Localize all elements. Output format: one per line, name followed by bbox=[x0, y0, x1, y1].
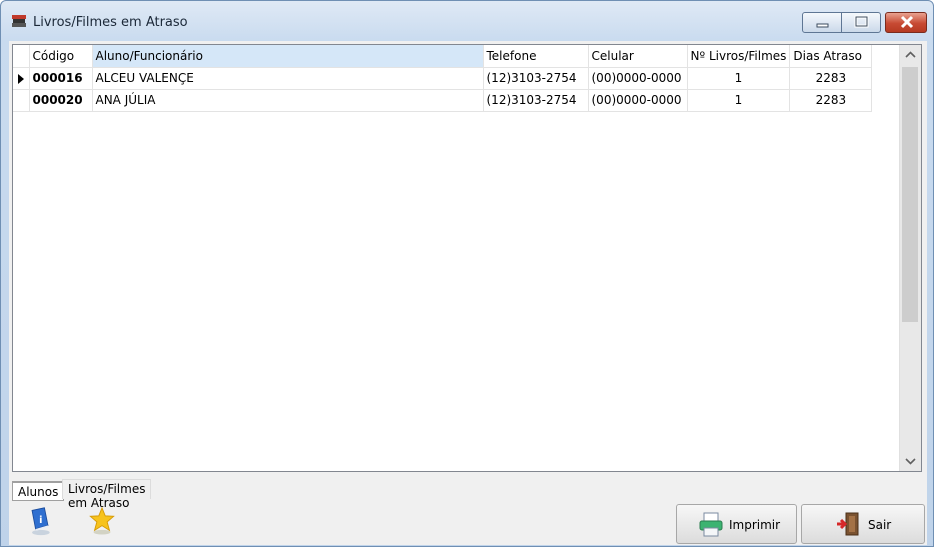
exit-button[interactable]: Sair bbox=[801, 504, 925, 544]
maximize-button[interactable] bbox=[841, 12, 881, 33]
column-header-dias[interactable]: Dias Atraso bbox=[789, 45, 873, 68]
svg-text:i: i bbox=[39, 515, 42, 526]
scroll-up-icon[interactable] bbox=[900, 45, 921, 65]
scrollbar-thumb[interactable] bbox=[902, 67, 918, 322]
star-icon[interactable] bbox=[88, 506, 116, 536]
print-button-label: Imprimir bbox=[729, 518, 781, 532]
scroll-down-icon[interactable] bbox=[900, 451, 921, 471]
overdue-table: Código Aluno/Funcionário Telefone Celula… bbox=[13, 45, 873, 112]
cell-dias[interactable]: 2283 bbox=[789, 67, 873, 90]
row-pointer-icon bbox=[13, 67, 30, 90]
exit-button-label: Sair bbox=[868, 518, 892, 532]
maximize-icon bbox=[854, 15, 869, 28]
column-header-codigo[interactable]: Código bbox=[29, 45, 93, 68]
window: Livros/Filmes em Atraso Código Aluno/Fun… bbox=[0, 0, 934, 547]
vertical-scrollbar[interactable] bbox=[899, 45, 921, 471]
table-row[interactable]: 000020 ANA JÚLIA (12)3103-2754 (00)0000-… bbox=[13, 89, 873, 112]
main-panel: Código Aluno/Funcionário Telefone Celula… bbox=[9, 41, 927, 545]
row-indicator bbox=[13, 89, 30, 112]
exit-door-icon bbox=[837, 512, 859, 536]
app-icon bbox=[12, 15, 26, 27]
print-button[interactable]: Imprimir bbox=[676, 504, 797, 544]
close-button[interactable] bbox=[885, 12, 927, 33]
cell-celular[interactable]: (00)0000-0000 bbox=[588, 67, 688, 90]
cell-telefone[interactable]: (12)3103-2754 bbox=[483, 67, 589, 90]
tab-livros-filmes-em-atraso[interactable]: Livros/Filmes em Atraso bbox=[62, 479, 152, 510]
minimize-button[interactable] bbox=[802, 12, 842, 33]
window-title: Livros/Filmes em Atraso bbox=[33, 15, 188, 30]
tab-alunos[interactable]: Alunos bbox=[12, 481, 65, 501]
cell-livros[interactable]: 1 bbox=[687, 89, 791, 112]
minimize-icon bbox=[816, 23, 829, 28]
overdue-grid[interactable]: Código Aluno/Funcionário Telefone Celula… bbox=[12, 44, 922, 472]
cell-codigo[interactable]: 000020 bbox=[29, 89, 93, 112]
table-row[interactable]: 000016 ALCEU VALENÇE (12)3103-2754 (00)0… bbox=[13, 67, 873, 90]
printer-icon bbox=[699, 512, 723, 537]
cell-nome[interactable]: ANA JÚLIA bbox=[92, 89, 484, 112]
column-header-livros[interactable]: Nº Livros/Filmes bbox=[687, 45, 791, 68]
table-header-row: Código Aluno/Funcionário Telefone Celula… bbox=[13, 45, 873, 68]
cell-livros[interactable]: 1 bbox=[687, 67, 791, 90]
cell-telefone[interactable]: (12)3103-2754 bbox=[483, 89, 589, 112]
help-book-icon[interactable]: i bbox=[26, 506, 54, 536]
cell-nome[interactable]: ALCEU VALENÇE bbox=[92, 67, 484, 90]
column-header-telefone[interactable]: Telefone bbox=[483, 45, 589, 68]
row-indicator-header bbox=[13, 45, 30, 68]
title-bar[interactable]: Livros/Filmes em Atraso bbox=[1, 1, 933, 41]
cell-codigo[interactable]: 000016 bbox=[29, 67, 93, 90]
close-icon bbox=[900, 15, 914, 29]
cell-dias[interactable]: 2283 bbox=[789, 89, 873, 112]
column-header-celular[interactable]: Celular bbox=[588, 45, 688, 68]
column-header-aluno[interactable]: Aluno/Funcionário bbox=[92, 45, 484, 68]
cell-celular[interactable]: (00)0000-0000 bbox=[588, 89, 688, 112]
